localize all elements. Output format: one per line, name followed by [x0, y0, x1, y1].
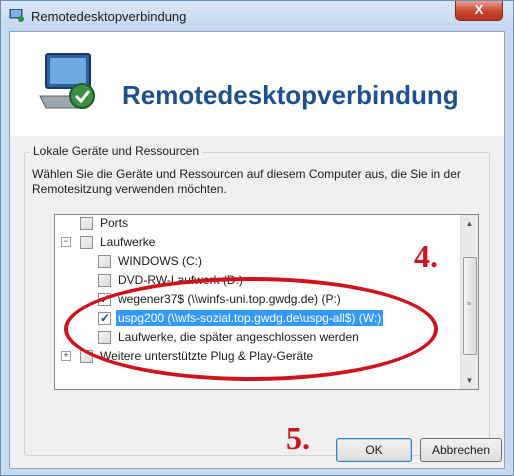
banner-title: Remotedesktopverbindung — [122, 80, 459, 110]
expand-icon[interactable]: + — [61, 351, 71, 361]
checkbox-windows-c[interactable] — [98, 255, 111, 268]
checkbox-later-drives[interactable] — [98, 331, 111, 344]
scroll-thumb[interactable]: ≡ — [463, 257, 477, 355]
remote-desktop-icon — [9, 9, 24, 22]
checkbox-wegener-p[interactable] — [98, 291, 111, 307]
checkbox-dvd-d[interactable] — [98, 274, 111, 287]
scroll-up-arrow-icon[interactable]: ▲ — [461, 215, 478, 232]
tree-item-label: Ports — [100, 216, 129, 230]
checkbox-uspg-w[interactable] — [98, 310, 111, 326]
tree-item-label: Laufwerke — [100, 235, 156, 249]
vertical-scrollbar[interactable]: ▲ ≡ ▼ — [460, 215, 478, 389]
tree-item-label: WINDOWS (C:) — [118, 254, 202, 268]
monitor-icon — [39, 53, 95, 109]
window-title: Remotedesktopverbindung — [31, 9, 187, 24]
group-label: Lokale Geräte und Ressourcen — [30, 144, 203, 158]
tree-item-label: uspg200 (\\wfs-sozial.top.gwdg.de\uspg-a… — [116, 310, 384, 326]
cancel-button[interactable]: Abbrechen — [420, 438, 502, 462]
checkbox-plug-and-play[interactable] — [80, 350, 93, 363]
header-banner: Remotedesktopverbindung — [10, 32, 504, 136]
tree-item-label: DVD-RW-Laufwerk (D:) — [118, 273, 243, 287]
checkbox-ports[interactable] — [80, 217, 93, 230]
ok-button[interactable]: OK — [336, 438, 412, 462]
collapse-icon[interactable]: − — [61, 237, 71, 247]
checkbox-laufwerke[interactable] — [80, 236, 93, 249]
grip-icon: ≡ — [467, 301, 472, 308]
title-bar[interactable]: Remotedesktopverbindung X — [1, 1, 513, 31]
group-description: Wählen Sie die Geräte und Ressourcen auf… — [32, 167, 461, 196]
close-button[interactable]: X — [455, 1, 503, 21]
tree-item-label: wegener37$ (\\winfs-uni.top.gwdg.de) (P:… — [118, 292, 341, 306]
tree-item-label: Weitere unterstützte Plug & Play-Geräte — [100, 349, 314, 363]
annotation-step-4: 4. — [414, 238, 438, 274]
tree-item-label: Laufwerke, die später angeschlossen werd… — [118, 330, 359, 344]
annotation-step-5: 5. — [286, 420, 310, 456]
scroll-down-arrow-icon[interactable]: ▼ — [461, 372, 478, 389]
